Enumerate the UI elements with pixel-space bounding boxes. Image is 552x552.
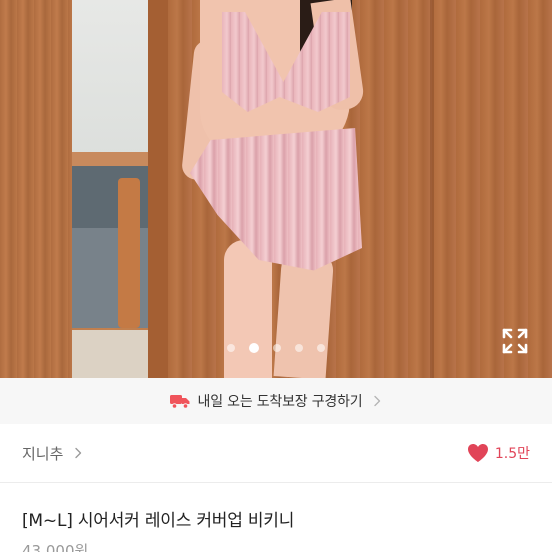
chevron-right-icon[interactable] bbox=[73, 447, 83, 459]
shop-row: 지니추 1.5만 bbox=[0, 424, 552, 482]
carousel-indicator bbox=[0, 340, 552, 356]
carousel-dot-active[interactable] bbox=[249, 343, 259, 353]
background-trim bbox=[72, 152, 148, 166]
heart-icon bbox=[467, 444, 488, 462]
product-image[interactable] bbox=[0, 0, 552, 378]
carousel-dot[interactable] bbox=[273, 344, 281, 352]
delivery-guarantee-banner[interactable]: 내일 오는 도착보장 구경하기 bbox=[0, 378, 552, 424]
shop-name-link[interactable]: 지니추 bbox=[22, 443, 63, 464]
background-wood-panel bbox=[0, 0, 72, 378]
carousel-dot[interactable] bbox=[295, 344, 303, 352]
truck-icon bbox=[169, 395, 190, 409]
background-chair-arm bbox=[118, 178, 140, 328]
product-price: 43,000원 bbox=[22, 542, 89, 552]
carousel-dot[interactable] bbox=[227, 344, 235, 352]
like-button[interactable]: 1.5만 bbox=[467, 443, 530, 463]
background-door-seam bbox=[430, 0, 434, 378]
chevron-right-icon bbox=[374, 395, 381, 407]
delivery-banner-text: 내일 오는 도착보장 구경하기 bbox=[197, 394, 363, 410]
product-title: [M~L] 시어서커 레이스 커버업 비키니 bbox=[22, 511, 295, 531]
background-door-edge bbox=[148, 0, 168, 378]
carousel-dot[interactable] bbox=[317, 344, 325, 352]
like-count: 1.5만 bbox=[494, 446, 530, 462]
background-wall bbox=[72, 0, 148, 160]
expand-icon[interactable] bbox=[500, 326, 530, 356]
divider bbox=[0, 482, 552, 483]
